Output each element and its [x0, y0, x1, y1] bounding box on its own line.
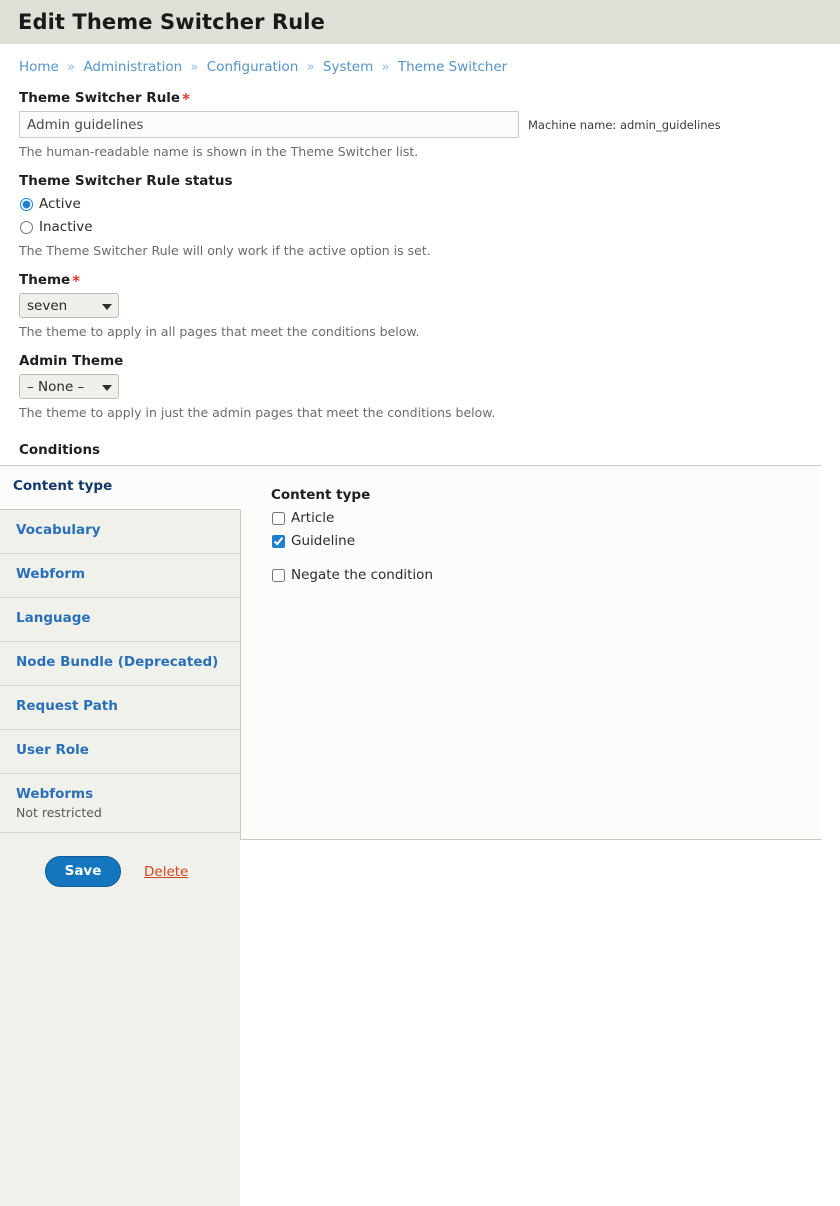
content-type-option-guideline[interactable]: Guideline	[271, 531, 821, 551]
tab-title[interactable]: Webforms	[16, 786, 226, 803]
tab-user-role[interactable]: User Role	[0, 730, 240, 774]
admin-theme-select-wrap: – None –	[19, 374, 119, 399]
status-radio-active-label[interactable]: Active	[39, 196, 81, 212]
machine-name-label: Machine name: admin_guidelines	[528, 117, 721, 132]
tab-title[interactable]: Node Bundle (Deprecated)	[16, 654, 226, 671]
rule-name-label: Theme Switcher Rule *	[19, 90, 190, 108]
tab-title[interactable]: Request Path	[16, 698, 226, 715]
content-type-checkbox-article[interactable]	[272, 511, 285, 525]
status-option-active[interactable]: Active	[19, 194, 840, 214]
breadcrumb-separator: »	[67, 60, 76, 75]
rule-status-label: Theme Switcher Rule status	[19, 173, 233, 189]
tab-title[interactable]: Content type	[13, 478, 226, 495]
tab-content-type[interactable]: Content type	[0, 466, 241, 510]
required-marker: *	[182, 90, 190, 108]
theme-select-wrap: seven	[19, 293, 119, 318]
admin-theme-description: The theme to apply in just the admin pag…	[19, 405, 496, 420]
negate-condition-checkbox[interactable]	[272, 568, 285, 582]
content-type-option-article[interactable]: Article	[271, 508, 821, 528]
tab-webforms[interactable]: Webforms Not restricted	[0, 774, 240, 833]
breadcrumb-item-home[interactable]: Home	[19, 59, 59, 75]
content-type-checkbox-article-label[interactable]: Article	[291, 510, 334, 526]
admin-theme-field: Admin Theme – None – The theme to apply …	[19, 353, 840, 420]
rule-status-field: Theme Switcher Rule status Active Inacti…	[19, 173, 840, 258]
tab-request-path[interactable]: Request Path	[0, 686, 240, 730]
admin-theme-select[interactable]: – None –	[19, 374, 119, 399]
tab-language[interactable]: Language	[0, 598, 240, 642]
status-option-inactive[interactable]: Inactive	[19, 217, 840, 237]
tab-vocabulary[interactable]: Vocabulary	[0, 510, 240, 554]
tab-node-bundle-deprecated[interactable]: Node Bundle (Deprecated)	[0, 642, 240, 686]
tab-title[interactable]: Webform	[16, 566, 226, 583]
negate-condition-label[interactable]: Negate the condition	[291, 567, 433, 583]
breadcrumb-separator: »	[306, 60, 315, 75]
theme-select[interactable]: seven	[19, 293, 119, 318]
required-marker: *	[72, 272, 81, 290]
tab-title[interactable]: Language	[16, 610, 226, 627]
breadcrumb-item-system[interactable]: System	[323, 59, 373, 75]
page-title: Edit Theme Switcher Rule	[18, 10, 325, 34]
conditions-label: Conditions	[19, 442, 101, 458]
breadcrumb-item-administration[interactable]: Administration	[83, 59, 182, 75]
breadcrumb-separator: »	[381, 60, 390, 75]
tab-title[interactable]: Vocabulary	[16, 522, 226, 539]
rule-name-row: Machine name: admin_guidelines	[19, 111, 840, 138]
conditions-vertical-tabs: Content type Vocabulary Webform Language…	[0, 465, 821, 1206]
tab-summary: Not restricted	[16, 805, 102, 820]
tab-webform[interactable]: Webform	[0, 554, 240, 598]
conditions-pane-content-type: Content type Article Guideline Negate th…	[241, 466, 821, 839]
theme-field: Theme * seven The theme to apply in all p…	[19, 272, 840, 339]
delete-link[interactable]: Delete	[144, 864, 188, 880]
tab-title[interactable]: User Role	[16, 742, 226, 759]
content-type-checkbox-guideline-label[interactable]: Guideline	[291, 533, 355, 549]
pane-title: Content type	[271, 487, 371, 503]
page-header: Edit Theme Switcher Rule	[0, 0, 840, 44]
edit-rule-form: Theme Switcher Rule* Machine name: admin…	[0, 90, 840, 458]
rule-status-description: The Theme Switcher Rule will only work i…	[19, 243, 431, 258]
theme-description: The theme to apply in all pages that mee…	[19, 324, 420, 339]
status-radio-inactive-label[interactable]: Inactive	[39, 219, 93, 235]
rule-name-description: The human-readable name is shown in the …	[19, 144, 419, 159]
save-button[interactable]: Save	[45, 856, 121, 887]
theme-label: Theme *	[19, 272, 81, 290]
breadcrumb-item-theme-switcher[interactable]: Theme Switcher	[398, 59, 507, 75]
status-radio-inactive[interactable]	[20, 220, 33, 234]
conditions-tab-list: Content type Vocabulary Webform Language…	[0, 466, 241, 1206]
content-type-checkbox-guideline[interactable]	[272, 534, 285, 548]
breadcrumb-item-configuration[interactable]: Configuration	[207, 59, 299, 75]
rule-name-input[interactable]	[19, 111, 519, 138]
admin-theme-label: Admin Theme	[19, 353, 124, 369]
breadcrumb-separator: »	[190, 60, 199, 75]
status-radio-active[interactable]	[20, 197, 33, 211]
breadcrumb: Home » Administration » Configuration » …	[0, 44, 840, 76]
rule-name-field: Theme Switcher Rule* Machine name: admin…	[19, 90, 840, 159]
negate-condition-option[interactable]: Negate the condition	[271, 565, 821, 585]
